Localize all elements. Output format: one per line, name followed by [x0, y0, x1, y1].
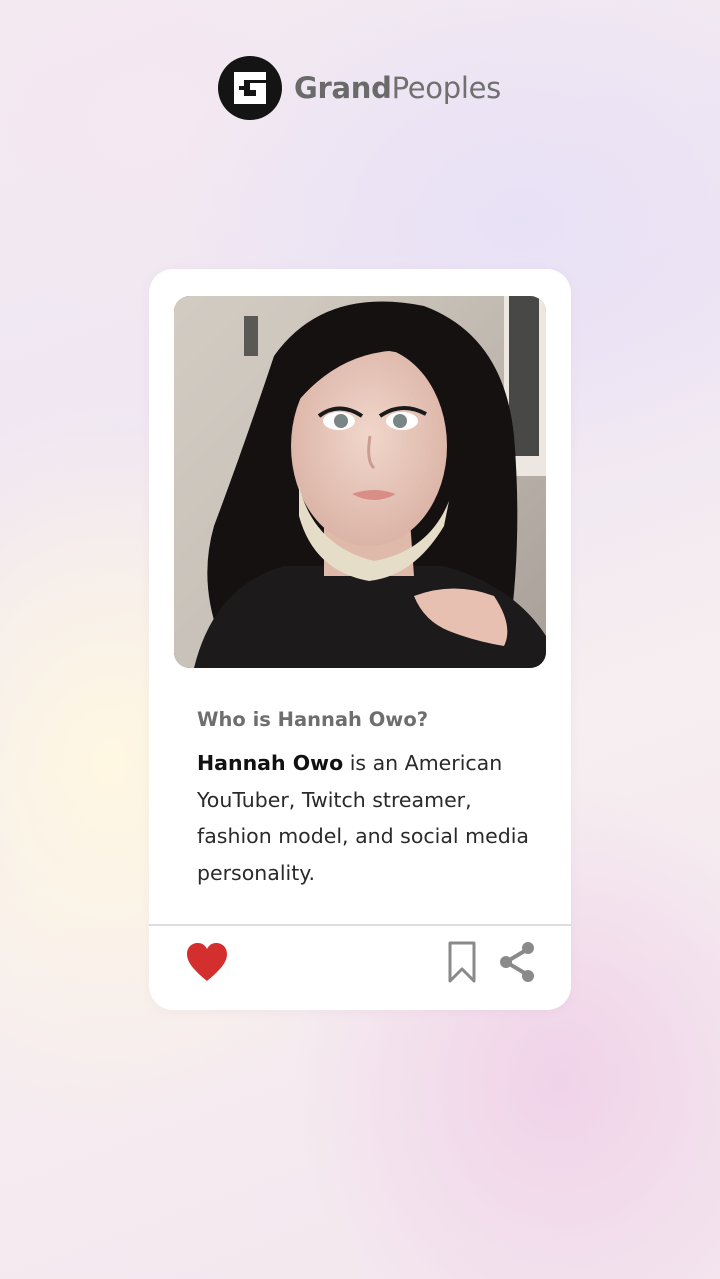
share-button[interactable] [497, 941, 537, 983]
bio-text: Hannah Owo is an American YouTuber, Twit… [197, 745, 547, 891]
brand-name-regular: Peoples [391, 71, 502, 105]
bio-name: Hannah Owo [197, 751, 344, 775]
brand-name: GrandPeoples [294, 71, 501, 105]
brand-name-bold: Grand [294, 71, 392, 105]
profile-card: Who is Hannah Owo? Hannah Owo is an Amer… [149, 269, 571, 1010]
profile-photo [174, 296, 546, 668]
grandpeoples-logo-icon [218, 56, 282, 120]
question-heading: Who is Hannah Owo? [197, 708, 429, 731]
card-divider [149, 924, 571, 926]
save-button[interactable] [447, 940, 477, 984]
bookmark-icon [448, 941, 476, 983]
share-icon [500, 942, 534, 982]
brand-header: GrandPeoples [218, 56, 501, 120]
heart-icon [187, 943, 227, 981]
like-button[interactable] [185, 941, 229, 983]
